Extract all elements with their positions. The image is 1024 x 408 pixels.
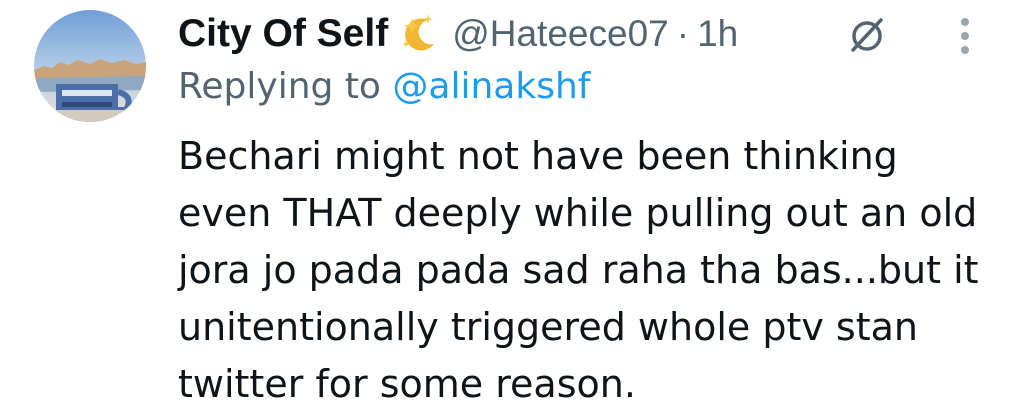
- tweet-text-line: twitter for some reason.: [178, 362, 636, 406]
- tweet-text-line: jora jo pada pada sad raha tha bas...but…: [178, 248, 979, 292]
- author-display-name[interactable]: City Of Self: [178, 12, 388, 56]
- separator-dot: ·: [676, 13, 690, 54]
- avatar[interactable]: [34, 10, 146, 122]
- author-handle[interactable]: @Hateece07: [452, 13, 669, 55]
- reply-to-handle[interactable]: @alinakshf: [392, 66, 590, 107]
- avatar-image: [34, 10, 146, 122]
- tweet-text-line: unitentionally triggered whole ptv stan: [178, 305, 918, 349]
- more-options-icon[interactable]: [952, 16, 978, 56]
- tweet-text: Bechari might not have been thinking eve…: [178, 128, 1008, 408]
- timestamp[interactable]: 1h: [697, 13, 738, 55]
- replying-to: Replying to @alinakshf: [178, 66, 590, 107]
- grok-icon[interactable]: [846, 14, 888, 56]
- tweet-text-line: even THAT deeply while pulling out an ol…: [178, 191, 978, 235]
- sparkles-moon-icon: [398, 12, 442, 56]
- reply-prefix: Replying to: [178, 66, 393, 107]
- tweet-header: City Of Self @Hateece07 · 1h: [178, 8, 738, 60]
- tweet-text-line: Bechari might not have been thinking: [178, 134, 898, 178]
